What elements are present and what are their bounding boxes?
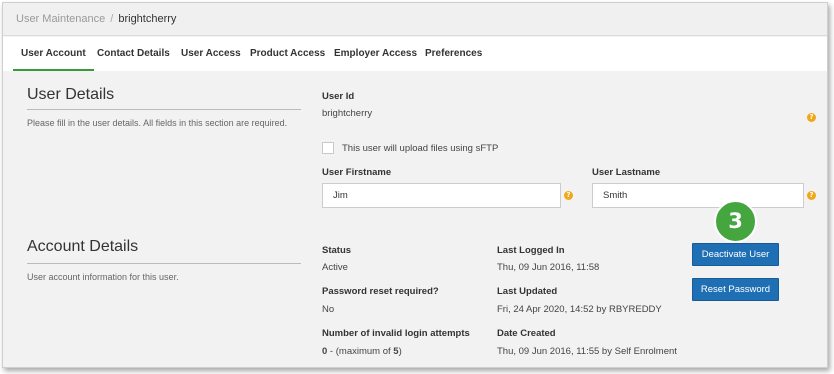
tab-bar: User Account Contact Details User Access…	[3, 37, 827, 71]
last-logged-in-value: Thu, 09 Jun 2016, 11:58	[497, 262, 600, 273]
tab-product-access[interactable]: Product Access	[250, 37, 325, 71]
lastname-help-icon[interactable]: ?	[807, 191, 816, 200]
password-reset-label: Password reset required?	[322, 286, 439, 297]
status-label: Status	[322, 245, 352, 256]
breadcrumb-separator: /	[110, 13, 114, 25]
reset-password-button[interactable]: Reset Password	[692, 278, 779, 301]
date-created-value: Thu, 09 Jun 2016, 11:55 by Self Enrolmen…	[497, 346, 677, 357]
tab-user-account[interactable]: User Account	[13, 37, 94, 71]
lastname-label: User Lastname	[592, 167, 661, 178]
password-reset-value: No	[322, 304, 335, 315]
account-details-title: Account Details	[27, 238, 139, 255]
firstname-help-icon[interactable]: ?	[564, 191, 573, 200]
tab-contact-details[interactable]: Contact Details	[97, 37, 170, 71]
lastname-input[interactable]: Smith	[592, 183, 804, 208]
user-id-help-icon[interactable]: ?	[807, 113, 816, 122]
sftp-label: This user will upload files using sFTP	[342, 143, 499, 154]
firstname-label: User Firstname	[322, 167, 392, 178]
step-number-badge: 3	[714, 200, 757, 243]
user-details-description: Please fill in the user details. All fie…	[27, 118, 288, 128]
status-value: Active	[322, 262, 348, 273]
invalid-attempts-mid: - (maximum of	[327, 346, 394, 357]
account-details-description: User account information for this user.	[27, 272, 179, 282]
user-id-value: brightcherry	[322, 108, 373, 119]
breadcrumb: User Maintenance / brightcherry	[3, 3, 827, 36]
last-logged-in-label: Last Logged In	[497, 245, 565, 256]
app-frame: User Maintenance / brightcherry User Accou…	[2, 2, 828, 368]
breadcrumb-parent-link[interactable]: User Maintenance	[16, 13, 105, 25]
tab-user-access[interactable]: User Access	[181, 37, 241, 71]
user-details-section: User Details Please fill in the user det…	[13, 83, 827, 223]
invalid-attempts-end: )	[398, 346, 402, 357]
user-details-divider	[27, 109, 301, 110]
firstname-input[interactable]: Jim	[322, 183, 561, 208]
last-updated-value: Fri, 24 Apr 2020, 14:52 by RBYREDDY	[497, 304, 662, 315]
breadcrumb-current: brightcherry	[118, 13, 177, 25]
deactivate-user-button[interactable]: Deactivate User	[692, 243, 779, 266]
account-details-section: Account Details User account information…	[13, 233, 827, 367]
sftp-checkbox[interactable]	[322, 142, 334, 154]
account-details-divider	[27, 263, 301, 264]
user-details-title: User Details	[27, 86, 115, 103]
invalid-attempts-value: 0 - (maximum of 5)	[322, 346, 402, 357]
date-created-label: Date Created	[497, 328, 556, 339]
invalid-attempts-label: Number of invalid login attempts	[322, 328, 470, 339]
last-updated-label: Last Updated	[497, 286, 558, 297]
user-id-label: User Id	[322, 91, 355, 102]
tab-employer-access[interactable]: Employer Access	[334, 37, 417, 71]
tab-preferences[interactable]: Preferences	[425, 37, 482, 71]
